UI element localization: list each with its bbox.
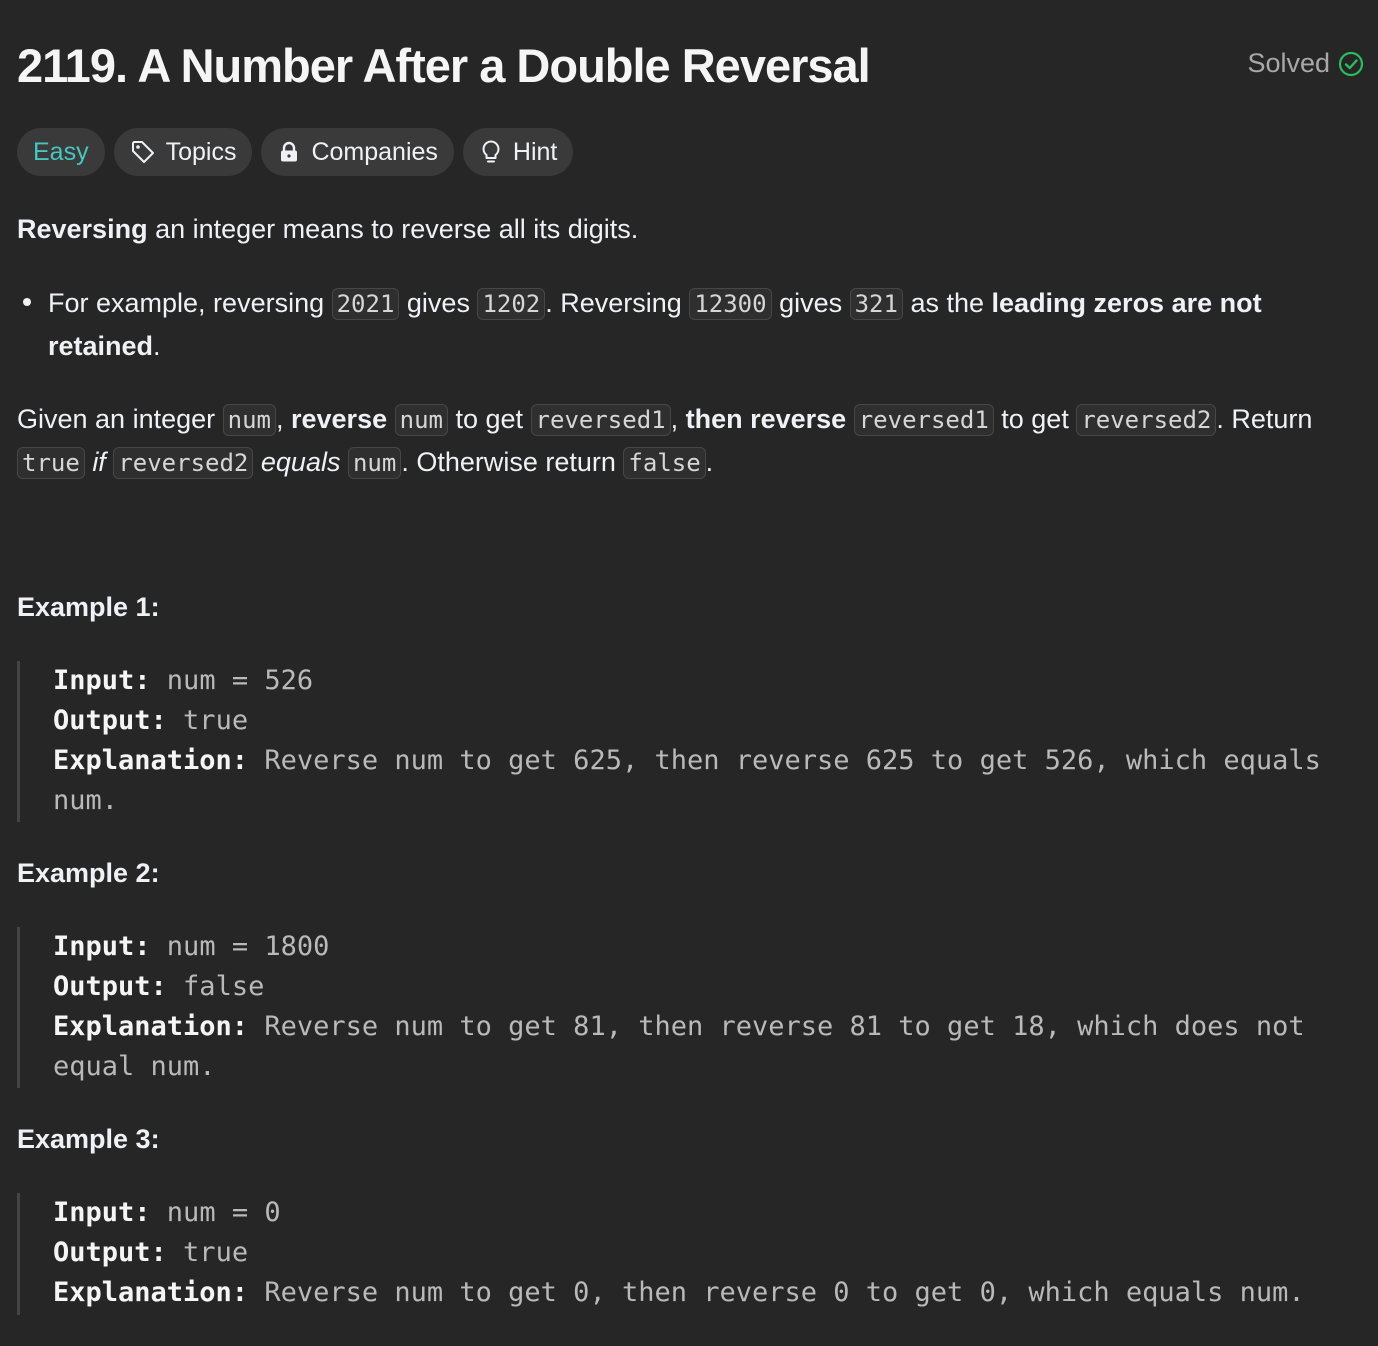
text: For example, reversing bbox=[48, 288, 332, 318]
inline-code: 12300 bbox=[689, 288, 772, 320]
text: gives bbox=[399, 288, 478, 318]
bold-text: reverse bbox=[291, 404, 388, 434]
italic-text: if bbox=[92, 447, 106, 477]
text: . Otherwise return bbox=[401, 447, 624, 477]
bullet-text: For example, reversing 2021 gives 1202. … bbox=[48, 282, 1357, 367]
text: as the bbox=[902, 288, 992, 318]
lightbulb-icon bbox=[479, 139, 503, 165]
tag-bar: Easy Topics Companies Hint bbox=[17, 128, 574, 176]
companies-label: Companies bbox=[311, 137, 438, 166]
inline-code: true bbox=[17, 447, 85, 479]
text: , bbox=[275, 404, 291, 434]
text bbox=[340, 447, 348, 477]
difficulty-badge[interactable]: Easy bbox=[17, 128, 105, 176]
lock-icon bbox=[277, 140, 301, 164]
problem-title: 2119. A Number After a Double Reversal bbox=[17, 39, 871, 92]
description-intro: Reversing an integer means to reverse al… bbox=[17, 208, 1367, 250]
text: . Reversing bbox=[545, 288, 690, 318]
text bbox=[253, 447, 261, 477]
text: Given an integer bbox=[17, 404, 223, 434]
solved-status: Solved bbox=[1247, 48, 1364, 79]
intro-bold: Reversing bbox=[17, 214, 148, 244]
example-3-block: Input: num = 0 Output: true Explanation:… bbox=[17, 1193, 1367, 1315]
example-bullet: For example, reversing 2021 gives 1202. … bbox=[17, 282, 1357, 367]
example-1-heading: Example 1: bbox=[17, 592, 160, 622]
inline-code: 321 bbox=[849, 288, 903, 320]
output-label: Output: bbox=[53, 1237, 167, 1268]
inline-code: 2021 bbox=[331, 288, 400, 320]
output-value: false bbox=[166, 971, 265, 1002]
output-value: true bbox=[166, 1237, 249, 1268]
inline-code: reversed2 bbox=[113, 447, 254, 479]
input-value: num = 0 bbox=[150, 1197, 281, 1228]
difficulty-label: Easy bbox=[33, 137, 89, 166]
input-label: Input: bbox=[53, 931, 151, 962]
intro-paragraph: Reversing an integer means to reverse al… bbox=[17, 208, 1367, 250]
text: . bbox=[153, 331, 161, 361]
example-2-heading: Example 2: bbox=[17, 858, 160, 888]
inline-code: num bbox=[347, 447, 402, 479]
inline-code: num bbox=[394, 404, 448, 436]
example-1-block: Input: num = 526 Output: true Explanatio… bbox=[17, 661, 1367, 822]
bullet-dot bbox=[23, 298, 31, 306]
inline-code: reversed1 bbox=[530, 404, 671, 436]
text: to get bbox=[993, 404, 1077, 434]
explanation-text: Reverse num to get 0, then reverse 0 to … bbox=[248, 1277, 1305, 1308]
intro-text: an integer means to reverse all its digi… bbox=[147, 214, 639, 244]
explanation-label: Explanation: bbox=[53, 1277, 249, 1308]
hint-button[interactable]: Hint bbox=[462, 128, 574, 176]
inline-code: reversed2 bbox=[1076, 404, 1217, 436]
output-label: Output: bbox=[53, 971, 167, 1002]
solved-label: Solved bbox=[1247, 48, 1330, 78]
text: , bbox=[670, 404, 686, 434]
check-circle-icon bbox=[1338, 51, 1364, 77]
companies-button[interactable]: Companies bbox=[261, 128, 454, 176]
input-label: Input: bbox=[53, 665, 151, 696]
text: . Return bbox=[1216, 404, 1313, 434]
topics-label: Topics bbox=[165, 137, 237, 166]
inline-code: reversed1 bbox=[853, 404, 994, 436]
explanation-label: Explanation: bbox=[53, 745, 249, 776]
tag-icon bbox=[130, 139, 156, 165]
text bbox=[846, 404, 854, 434]
example-3-heading: Example 3: bbox=[17, 1124, 160, 1154]
output-label: Output: bbox=[53, 705, 167, 736]
inline-code: 1202 bbox=[477, 288, 546, 320]
text: to get bbox=[447, 404, 531, 434]
input-value: num = 1800 bbox=[150, 931, 330, 962]
input-value: num = 526 bbox=[150, 665, 314, 696]
text bbox=[387, 404, 395, 434]
bold-text: then reverse bbox=[685, 404, 847, 434]
example-2-block: Input: num = 1800 Output: false Explanat… bbox=[17, 927, 1367, 1088]
input-label: Input: bbox=[53, 1197, 151, 1228]
inline-code: num bbox=[222, 404, 276, 436]
hint-label: Hint bbox=[512, 137, 558, 166]
explanation-label: Explanation: bbox=[53, 1011, 249, 1042]
italic-text: equals bbox=[260, 447, 341, 477]
topics-button[interactable]: Topics bbox=[113, 128, 253, 176]
text: gives bbox=[771, 288, 850, 318]
problem-statement: Given an integer num, reverse num to get… bbox=[17, 398, 1367, 484]
output-value: true bbox=[166, 705, 249, 736]
text: . bbox=[705, 447, 714, 477]
inline-code: false bbox=[623, 447, 706, 479]
